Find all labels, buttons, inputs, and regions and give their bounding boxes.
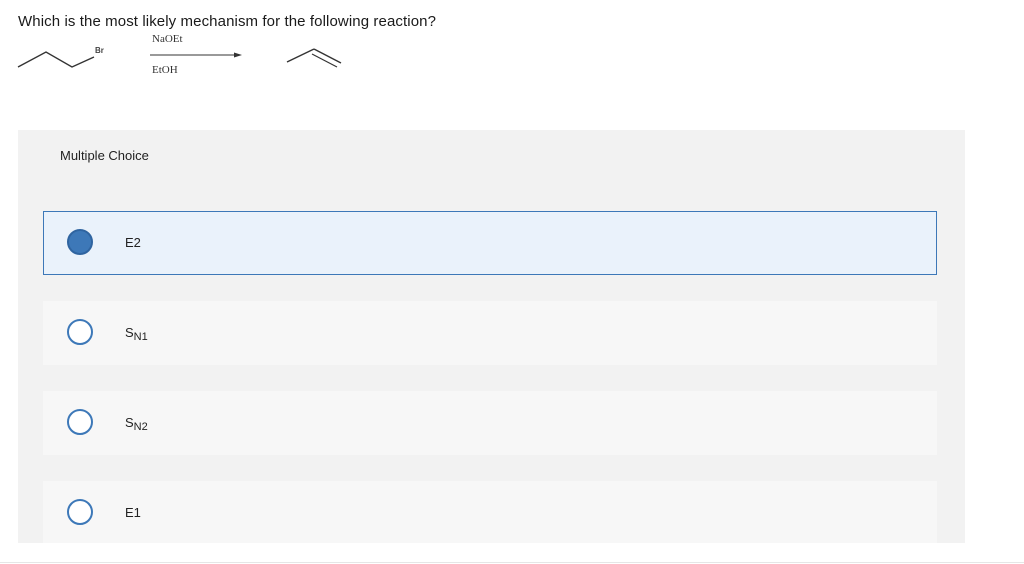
choice-option-e1[interactable]: E1 [43,481,937,543]
product-double-bond-a [313,48,342,64]
radio-unselected-icon[interactable] [67,319,93,345]
radio-unselected-icon[interactable] [67,409,93,435]
reaction-arrow-head [234,52,242,58]
product-double-bond-b [311,53,338,68]
reagent-above-arrow: NaOEt [152,33,183,45]
radio-unselected-icon[interactable] [67,499,93,525]
multiple-choice-panel: Multiple Choice E2 SN1 SN2 E1 [18,130,965,543]
choice-label: SN2 [125,415,148,433]
choice-label: SN1 [125,325,148,343]
reaction-scheme: Br NaOEt EtOH [0,30,400,90]
choice-option-sn1[interactable]: SN1 [43,301,937,365]
bromine-label: Br [95,46,104,55]
bottom-divider [0,562,1024,563]
multiple-choice-header: Multiple Choice [60,148,149,163]
choice-label: E1 [125,505,141,520]
reactant-skeleton [17,51,95,68]
question-text: Which is the most likely mechanism for t… [18,13,437,30]
reagent-below-arrow: EtOH [152,64,178,76]
radio-selected-icon[interactable] [67,229,93,255]
choice-label: E2 [125,235,141,250]
choice-option-e2[interactable]: E2 [43,211,937,275]
reaction-drawing [17,48,342,68]
choice-option-sn2[interactable]: SN2 [43,391,937,455]
product-single-bond [286,48,315,63]
